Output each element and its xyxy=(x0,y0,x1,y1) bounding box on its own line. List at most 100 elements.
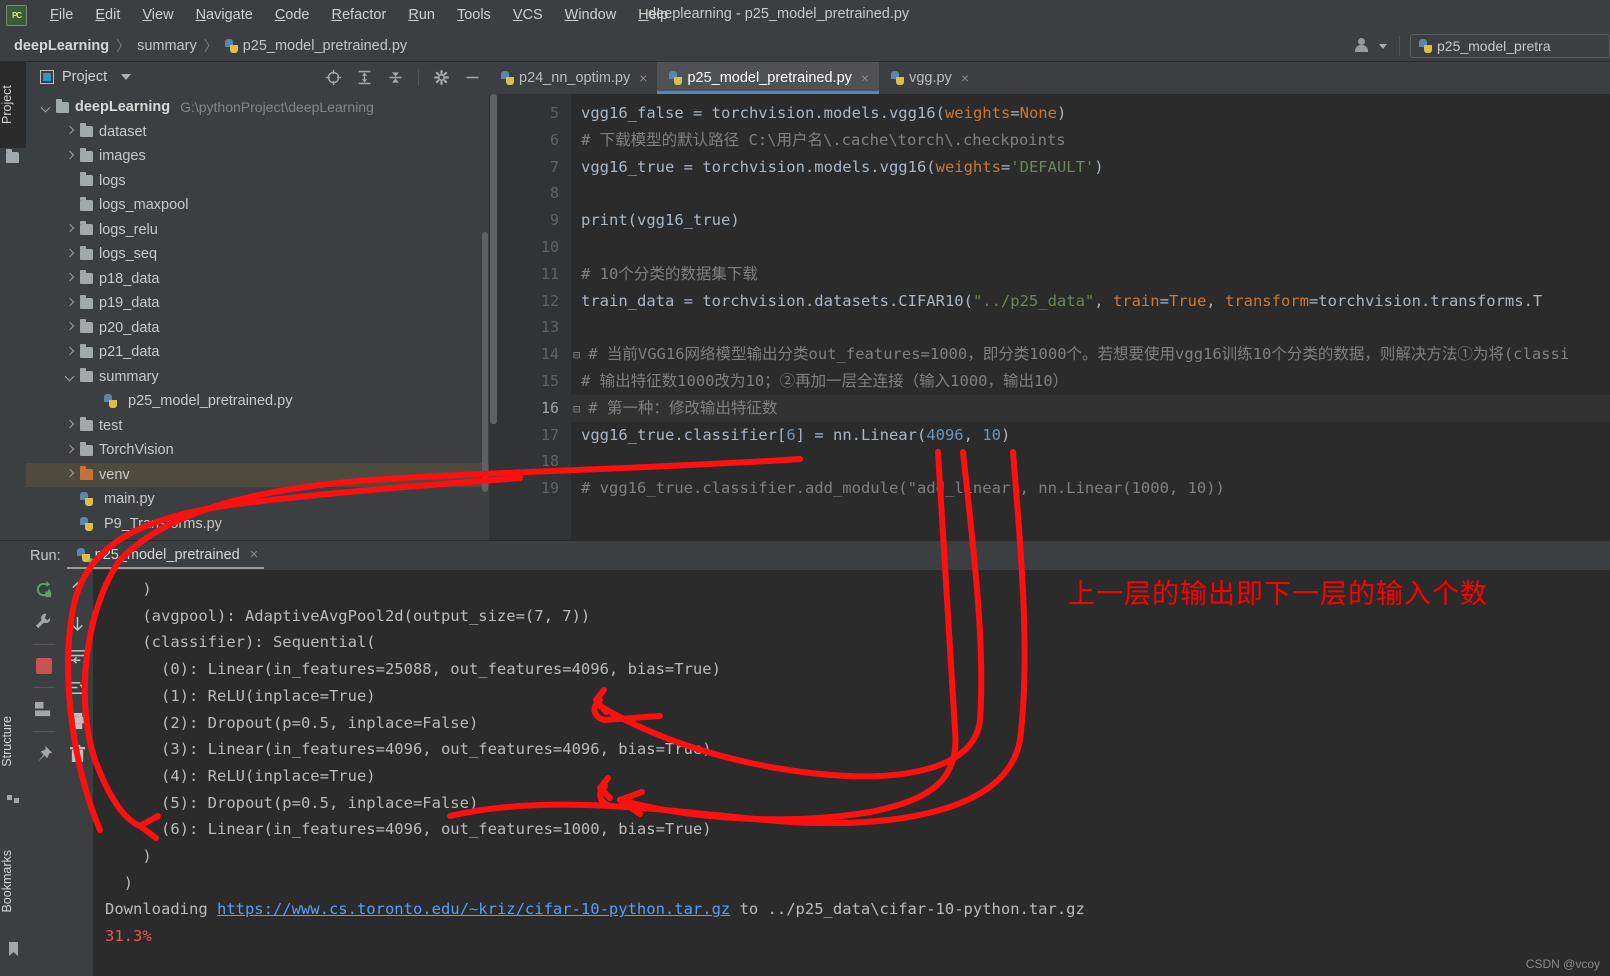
tree-item[interactable]: p25_model_pretrained.py xyxy=(26,389,489,414)
menu-item-window[interactable]: Window xyxy=(554,5,628,25)
code-line[interactable] xyxy=(581,314,1610,341)
tree-item[interactable]: deepLearning G:\pythonProject\deepLearnin… xyxy=(26,95,489,120)
menu-item-code[interactable]: Code xyxy=(264,5,321,25)
sidebar-tab-project[interactable]: Project xyxy=(0,62,26,148)
tree-item[interactable]: logs_seq xyxy=(26,242,489,267)
tree-item[interactable]: logs_relu xyxy=(26,218,489,243)
tree-item[interactable]: P9_Transforms.py xyxy=(26,512,489,537)
close-icon[interactable]: × xyxy=(861,70,869,86)
gear-icon[interactable] xyxy=(433,69,450,86)
code-content[interactable]: vgg16_false = torchvision.models.vgg16(w… xyxy=(571,94,1610,540)
code-line[interactable]: ⊟ # 第一种：修改输出特征数 xyxy=(571,394,1610,422)
layout-icon[interactable] xyxy=(34,701,53,718)
pin-icon[interactable] xyxy=(34,745,53,764)
code-line[interactable] xyxy=(581,234,1610,261)
chevron-right-icon[interactable] xyxy=(64,248,77,261)
editor-scrollbar[interactable] xyxy=(489,94,499,540)
chevron-right-icon[interactable] xyxy=(64,223,77,236)
tree-item[interactable]: dataset xyxy=(26,120,489,145)
menu-item-vcs[interactable]: VCS xyxy=(502,5,554,25)
editor-tab[interactable]: vgg.py × xyxy=(879,62,979,94)
locate-icon[interactable] xyxy=(325,69,342,86)
tree-item[interactable]: summary xyxy=(26,365,489,390)
tree-item[interactable]: logs xyxy=(26,169,489,194)
scroll-to-end-icon[interactable] xyxy=(68,680,87,697)
close-icon[interactable]: × xyxy=(250,547,258,563)
chevron-down-icon[interactable] xyxy=(64,370,77,383)
editor-tab[interactable]: p24_nn_optim.py × xyxy=(489,62,657,94)
tree-item[interactable]: p20_data xyxy=(26,316,489,341)
code-line[interactable]: print(vgg16_true) xyxy=(581,207,1610,234)
breadcrumb-file[interactable]: p25_model_pretrained.py xyxy=(243,38,407,54)
code-line[interactable]: # 10个分类的数据集下载 xyxy=(581,261,1610,288)
project-file-tree[interactable]: deepLearning G:\pythonProject\deepLearnin… xyxy=(26,92,489,540)
chevron-right-icon[interactable] xyxy=(64,419,77,432)
wrench-icon[interactable] xyxy=(34,612,53,631)
close-icon[interactable]: × xyxy=(961,70,969,86)
tree-item[interactable]: TorchVision xyxy=(26,438,489,463)
print-icon[interactable] xyxy=(68,712,87,730)
chevron-right-icon[interactable] xyxy=(64,125,77,138)
user-avatar-icon[interactable] xyxy=(1355,37,1377,55)
breadcrumb-project[interactable]: deepLearning xyxy=(14,38,109,54)
breadcrumb-folder[interactable]: summary xyxy=(137,38,197,54)
code-line[interactable]: vgg16_false = torchvision.models.vgg16(w… xyxy=(581,100,1610,127)
editor-tab[interactable]: p25_model_pretrained.py × xyxy=(657,62,880,94)
run-session-tab[interactable]: p25_model_pretrained × xyxy=(66,547,264,569)
download-url-link[interactable]: https://www.cs.toronto.edu/~kriz/cifar-1… xyxy=(217,900,730,918)
expand-all-icon[interactable] xyxy=(356,69,373,86)
soft-wrap-icon[interactable] xyxy=(68,648,87,665)
folder-icon xyxy=(80,172,93,187)
chevron-right-icon[interactable] xyxy=(64,321,77,334)
sidebar-tab-structure[interactable]: Structure xyxy=(0,716,26,767)
chevron-right-icon[interactable] xyxy=(64,272,77,285)
chevron-down-icon[interactable] xyxy=(40,101,53,114)
run-configuration-selector[interactable]: p25_model_pretra xyxy=(1410,34,1610,58)
stop-icon[interactable] xyxy=(35,658,52,674)
scroll-up-icon[interactable] xyxy=(69,580,86,599)
tree-item[interactable]: p21_data xyxy=(26,340,489,365)
sidebar-tab-bookmarks[interactable]: Bookmarks xyxy=(0,850,26,913)
collapse-all-icon[interactable] xyxy=(387,69,404,86)
tree-item[interactable]: logs_maxpool xyxy=(26,193,489,218)
scroll-down-icon[interactable] xyxy=(69,614,86,633)
chevron-right-icon[interactable] xyxy=(64,468,77,481)
code-line[interactable]: # vgg16_true.classifier.add_module("add_… xyxy=(581,475,1610,502)
menu-item-refactor[interactable]: Refactor xyxy=(321,5,398,25)
run-console-output[interactable]: ) (avgpool): AdaptiveAvgPool2d(output_si… xyxy=(93,570,1610,976)
chevron-right-icon[interactable] xyxy=(64,150,77,163)
tree-item[interactable]: p18_data xyxy=(26,267,489,292)
menu-item-view[interactable]: View xyxy=(131,5,184,25)
project-tree-scrollbar[interactable] xyxy=(482,232,488,492)
menu-item-tools[interactable]: Tools xyxy=(446,5,502,25)
chevron-right-icon[interactable] xyxy=(64,297,77,310)
tree-item[interactable]: main.py xyxy=(26,487,489,512)
project-view-chevron-down-icon[interactable] xyxy=(121,74,132,80)
close-icon[interactable]: × xyxy=(639,70,647,86)
menu-item-edit[interactable]: Edit xyxy=(84,5,131,25)
menu-item-run[interactable]: Run xyxy=(397,5,446,25)
code-line[interactable]: # 下载模型的默认路径 C:\用户名\.cache\torch\.checkpo… xyxy=(581,127,1610,154)
code-line[interactable]: vgg16_true = torchvision.models.vgg16(we… xyxy=(581,154,1610,181)
hide-panel-icon[interactable] xyxy=(464,69,481,86)
tree-item-label: main.py xyxy=(104,491,155,508)
menu-item-file[interactable]: File xyxy=(39,5,84,25)
code-line[interactable]: # 输出特征数1000改为10；②再加一层全连接（输入1000，输出10） xyxy=(581,368,1610,395)
code-line[interactable]: ⊟ # 当前VGG16网络模型输出分类out_features=1000，即分类1… xyxy=(573,341,1610,368)
code-line[interactable]: vgg16_true.classifier[6] = nn.Linear(409… xyxy=(581,422,1610,449)
menu-item-navigate[interactable]: Navigate xyxy=(185,5,264,25)
tree-item[interactable]: p19_data xyxy=(26,291,489,316)
chevron-down-icon[interactable] xyxy=(1379,43,1387,49)
fold-marker-icon[interactable]: ⊟ xyxy=(573,402,580,416)
chevron-right-icon[interactable] xyxy=(64,444,77,457)
chevron-right-icon[interactable] xyxy=(64,346,77,359)
tree-item[interactable]: test xyxy=(26,414,489,439)
rerun-icon[interactable] xyxy=(34,580,53,599)
tree-item[interactable]: images xyxy=(26,144,489,169)
trash-icon[interactable] xyxy=(69,745,86,764)
tree-item[interactable]: venv xyxy=(26,462,489,487)
code-line[interactable] xyxy=(581,180,1610,207)
code-line[interactable]: train_data = torchvision.datasets.CIFAR1… xyxy=(581,288,1610,315)
fold-marker-icon[interactable]: ⊟ xyxy=(573,348,580,362)
code-line[interactable] xyxy=(581,448,1610,475)
